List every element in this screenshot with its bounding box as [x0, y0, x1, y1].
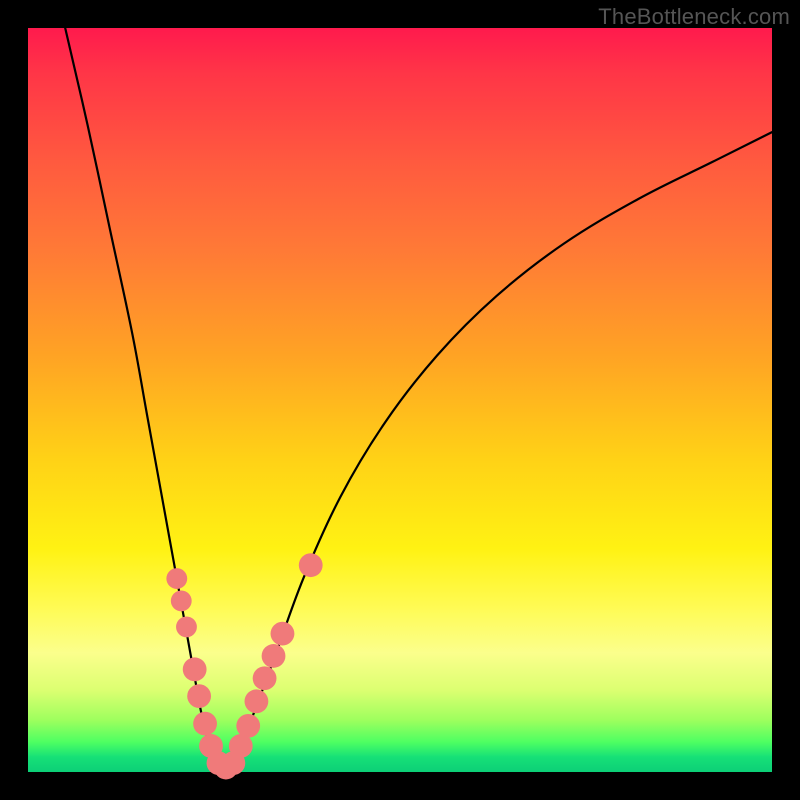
curve-svg: [28, 28, 772, 772]
plot-area: [28, 28, 772, 772]
marker-dot: [171, 590, 192, 611]
marker-dot: [262, 644, 286, 668]
marker-dot: [193, 712, 217, 736]
marker-dot: [183, 657, 207, 681]
watermark-text: TheBottleneck.com: [598, 4, 790, 30]
marker-dot: [271, 622, 295, 646]
marker-dot: [166, 568, 187, 589]
marker-dot: [299, 553, 323, 577]
marker-dot: [236, 714, 260, 738]
marker-dot: [245, 689, 269, 713]
marker-dot: [187, 684, 211, 708]
marker-dot: [176, 617, 197, 638]
marker-dot: [253, 666, 277, 690]
chart-frame: TheBottleneck.com: [0, 0, 800, 800]
bottleneck-curve: [65, 28, 772, 768]
